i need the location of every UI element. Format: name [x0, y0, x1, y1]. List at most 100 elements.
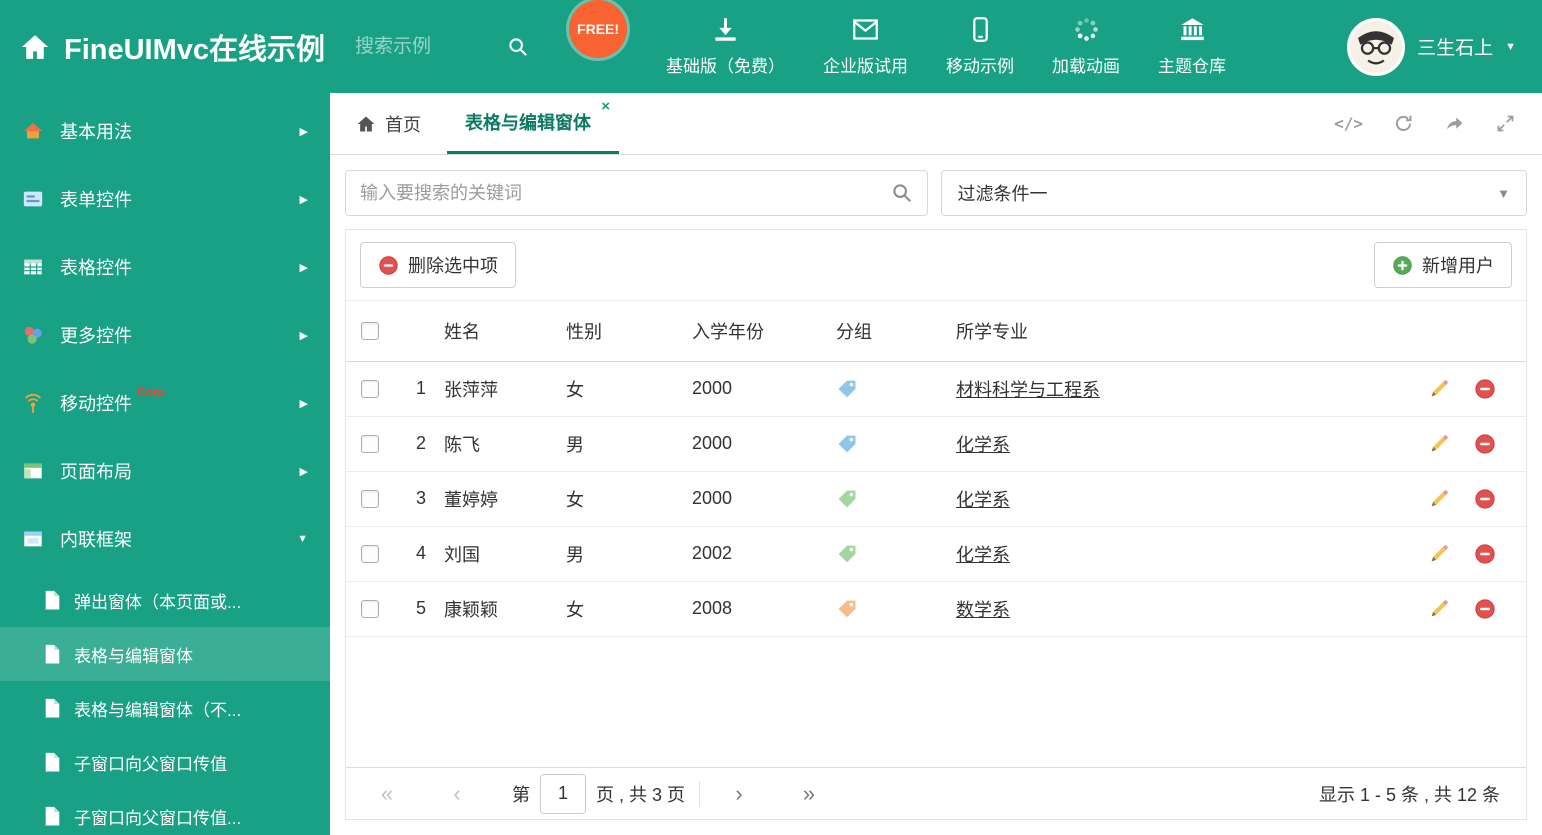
sidebar-item-more-controls[interactable]: 更多控件 ▶	[0, 301, 330, 369]
tab-grid-edit-window[interactable]: 表格与编辑窗体 ×	[447, 93, 619, 154]
edit-icon[interactable]	[1428, 543, 1450, 565]
row-index: 1	[392, 361, 444, 417]
edit-icon[interactable]	[1428, 598, 1450, 620]
sidebar-item-basic-usage[interactable]: 基本用法 ▶	[0, 97, 330, 165]
file-icon	[44, 698, 61, 718]
row-checkbox[interactable]	[361, 489, 379, 508]
sidebar-item-grid-controls[interactable]: 表格控件 ▶	[0, 233, 330, 301]
chevron-right-icon: ▶	[299, 261, 308, 274]
row-checkbox[interactable]	[361, 599, 379, 618]
file-icon	[44, 644, 61, 664]
row-gender: 女	[566, 471, 692, 527]
filter-dropdown[interactable]: 过滤条件一 ▼	[940, 170, 1527, 216]
plus-circle-icon	[1393, 255, 1412, 275]
expand-icon[interactable]	[1495, 113, 1516, 135]
nav-item-enterprise-trial[interactable]: 企业版试用	[804, 16, 927, 77]
page-content: 过滤条件一 ▼ 删除选中项	[330, 155, 1542, 835]
page-input[interactable]	[540, 773, 586, 814]
file-icon	[44, 590, 61, 610]
header-search-input[interactable]	[355, 35, 496, 58]
forward-icon[interactable]	[1444, 113, 1465, 135]
add-user-button[interactable]: 新增用户	[1374, 242, 1512, 288]
chevron-right-icon: ▶	[299, 465, 308, 478]
table-row[interactable]: 4 刘国 男 2002 化学系	[346, 526, 1526, 582]
row-year: 2000	[692, 416, 836, 472]
user-menu[interactable]: 三生石上 ▼	[1347, 17, 1522, 76]
main-area: 首页 表格与编辑窗体 × </> 输入要搜索的关键词 过滤条件一 ▼ 删除选中项…	[330, 93, 1542, 835]
table-row[interactable]: 5 康颖颖 女 2008 数学系	[346, 581, 1526, 637]
users-table: 姓名 性别 入学年份 分组 所学专业 1 张萍萍 女 2000 材料科学与工程系…	[346, 301, 1526, 637]
prev-page-button[interactable]: ‹	[442, 782, 472, 805]
sidebar-subitem-child-to-parent-alt[interactable]: 子窗口向父窗口传值...	[0, 789, 330, 835]
sidebar-item-mobile-controls[interactable]: 移动控件 Corp ▶	[0, 369, 330, 437]
chevron-right-icon: ▶	[299, 193, 308, 206]
sidebar-item-form-controls[interactable]: 表单控件 ▶	[0, 165, 330, 233]
tab-active-label: 表格与编辑窗体	[465, 113, 591, 133]
column-group: 分组	[836, 301, 956, 362]
last-page-button[interactable]: »	[794, 782, 824, 805]
refresh-icon[interactable]	[1393, 113, 1414, 135]
select-all-checkbox[interactable]	[361, 321, 379, 340]
app-header: FineUIMvc在线示例 FREE! 基础版（免费） 企业版试用	[0, 0, 1542, 93]
app-brand[interactable]: FineUIMvc在线示例	[20, 26, 325, 68]
table-header-row: 姓名 性别 入学年份 分组 所学专业	[346, 301, 1526, 362]
sidebar-item-page-layout[interactable]: 页面布局 ▶	[0, 437, 330, 505]
avatar	[1347, 17, 1406, 76]
code-icon[interactable]: </>	[1334, 113, 1363, 135]
first-page-button[interactable]: «	[372, 782, 402, 805]
major-link[interactable]: 化学系	[956, 545, 1010, 565]
tag-icon	[836, 488, 956, 510]
major-link[interactable]: 数学系	[956, 600, 1010, 620]
column-major: 所学专业	[956, 301, 1404, 362]
tab-home[interactable]: 首页	[330, 93, 447, 154]
file-icon	[44, 806, 61, 826]
chevron-down-icon: ▼	[1497, 185, 1510, 201]
minus-circle-icon	[379, 255, 398, 275]
nav-item-basic-free[interactable]: 基础版（免费）	[647, 16, 804, 77]
sidebar-item-iframe[interactable]: 内联框架 ▼	[0, 505, 330, 573]
tab-bar: 首页 表格与编辑窗体 × </>	[330, 93, 1542, 155]
next-page-button[interactable]: ›	[724, 782, 754, 805]
keyword-search-box	[345, 170, 928, 216]
row-checkbox[interactable]	[361, 434, 379, 453]
edit-icon[interactable]	[1428, 488, 1450, 510]
header-nav: 基础版（免费） 企业版试用 移动示例 加载动画 主题仓库	[647, 16, 1245, 77]
filter-row: 过滤条件一 ▼	[345, 170, 1527, 216]
delete-row-icon[interactable]	[1474, 543, 1496, 565]
nav-item-loading-animation[interactable]: 加载动画	[1033, 16, 1139, 77]
sidebar-subitem-popup-window[interactable]: 弹出窗体（本页面或...	[0, 573, 330, 627]
search-icon[interactable]	[891, 182, 913, 204]
caret-down-icon: ▼	[1505, 40, 1516, 53]
sidebar-subitem-grid-edit-window-alt[interactable]: 表格与编辑窗体（不...	[0, 681, 330, 735]
delete-selected-button[interactable]: 删除选中项	[360, 242, 516, 288]
pagination-summary: 显示 1 - 5 条 , 共 12 条	[1318, 784, 1500, 805]
row-name: 董婷婷	[444, 471, 566, 527]
table-row[interactable]: 1 张萍萍 女 2000 材料科学与工程系	[346, 361, 1526, 417]
table-row[interactable]: 2 陈飞 男 2000 化学系	[346, 416, 1526, 472]
row-checkbox[interactable]	[361, 544, 379, 563]
layout-icon	[22, 460, 44, 482]
edit-icon[interactable]	[1428, 433, 1450, 455]
table-row[interactable]: 3 董婷婷 女 2000 化学系	[346, 471, 1526, 527]
delete-row-icon[interactable]	[1474, 598, 1496, 620]
more-icon	[22, 324, 44, 346]
major-link[interactable]: 化学系	[956, 435, 1010, 455]
delete-row-icon[interactable]	[1474, 378, 1496, 400]
delete-row-icon[interactable]	[1474, 433, 1496, 455]
nav-item-theme-store[interactable]: 主题仓库	[1139, 16, 1245, 77]
major-link[interactable]: 化学系	[956, 490, 1010, 510]
nav-item-mobile-demo[interactable]: 移动示例	[927, 16, 1033, 77]
major-link[interactable]: 材料科学与工程系	[956, 380, 1100, 400]
mobile-icon	[972, 17, 988, 42]
sidebar-subitem-child-to-parent[interactable]: 子窗口向父窗口传值	[0, 735, 330, 789]
search-icon[interactable]	[507, 36, 529, 58]
row-year: 2000	[692, 361, 836, 417]
edit-icon[interactable]	[1428, 378, 1450, 400]
home-icon	[22, 120, 44, 142]
row-checkbox[interactable]	[361, 379, 379, 398]
close-icon[interactable]: ×	[601, 99, 610, 114]
delete-row-icon[interactable]	[1474, 488, 1496, 510]
row-gender: 男	[566, 526, 692, 582]
keyword-search-input[interactable]	[360, 182, 891, 204]
sidebar-subitem-grid-edit-window[interactable]: 表格与编辑窗体	[0, 627, 330, 681]
